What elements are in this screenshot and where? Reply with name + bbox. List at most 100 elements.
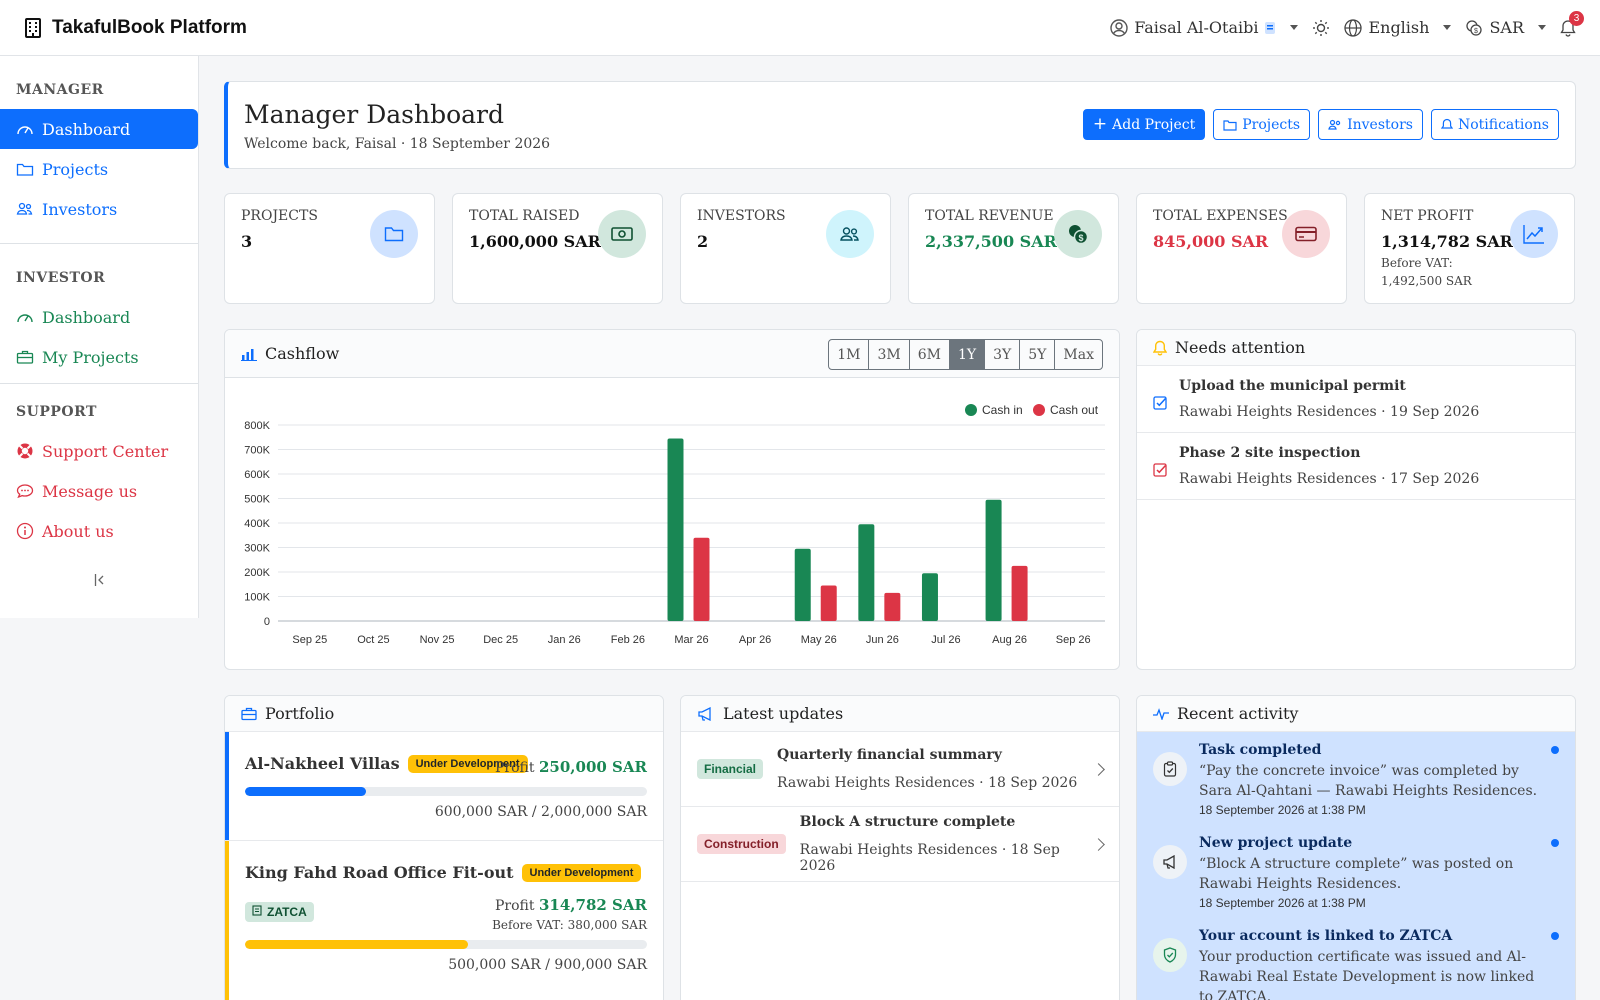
sidebar-item-manager-dashboard[interactable]: Dashboard bbox=[0, 109, 198, 149]
id-badge-icon bbox=[1265, 21, 1276, 34]
activity-item[interactable]: Your account is linked to ZATCA Your prod… bbox=[1137, 918, 1575, 1000]
investors-label: Investors bbox=[1347, 116, 1413, 133]
activity-title: Your account is linked to ZATCA bbox=[1199, 928, 1453, 944]
cashflow-chart: 0 100K 200K 300K 400K 500K 600K 700K 800K Sep 25 O… bbox=[244, 403, 1105, 646]
portfolio-item[interactable]: King Fahd Road Office Fit-out Under Devel… bbox=[225, 841, 663, 1000]
range-option-1y[interactable]: 1Y bbox=[949, 340, 986, 369]
legend-swatch bbox=[1033, 404, 1045, 416]
notifications-button[interactable]: Notifications bbox=[1430, 109, 1559, 140]
cash-out-bar[interactable] bbox=[693, 537, 710, 621]
update-item[interactable]: Financial Quarterly financial summary Rawa… bbox=[681, 732, 1119, 807]
cash-in-bar[interactable] bbox=[921, 573, 938, 621]
cash-in-bar[interactable] bbox=[667, 438, 684, 621]
range-option-1m[interactable]: 1M bbox=[829, 340, 870, 369]
x-tick-label: Oct 25 bbox=[357, 634, 389, 646]
sidebar-item-about-us[interactable]: About us bbox=[0, 511, 198, 551]
brand[interactable]: TakafulBook Platform bbox=[24, 17, 247, 39]
update-item[interactable]: Construction Block A structure complete Ra… bbox=[681, 807, 1119, 882]
kpi-card: Total expenses 845,000 SAR bbox=[1136, 193, 1347, 304]
portfolio-accent bbox=[225, 732, 229, 840]
range-option-5y[interactable]: 5Y bbox=[1020, 340, 1056, 369]
shield-check-icon bbox=[1153, 938, 1187, 972]
activity-item[interactable]: New project update “Block A structure com… bbox=[1137, 825, 1575, 918]
range-selector: 1M 3M 6M 1Y 3Y 5Y Max bbox=[828, 339, 1103, 370]
range-option-3m[interactable]: 3M bbox=[869, 340, 910, 369]
sidebar-item-projects[interactable]: Projects bbox=[0, 149, 198, 189]
update-meta: Rawabi Heights Residences · 18 Sep 2026 bbox=[799, 842, 1060, 874]
sidebar-item-label: My Projects bbox=[42, 347, 139, 367]
sidebar-item-support-center[interactable]: Support Center bbox=[0, 431, 198, 471]
top-bar: TakafulBook Platform Faisal Al-Otaibi En… bbox=[0, 0, 1600, 56]
portfolio-item[interactable]: Al-Nakheel Villas Under Development Profit… bbox=[225, 732, 663, 841]
update-title: Block A structure complete bbox=[799, 814, 1016, 830]
portfolio-card: Portfolio Al-Nakheel Villas Under Develop… bbox=[224, 695, 664, 1000]
unread-dot bbox=[1551, 839, 1559, 847]
attention-item[interactable]: Phase 2 site inspection Rawabi Heights Re… bbox=[1137, 433, 1575, 500]
attention-meta: Rawabi Heights Residences · 19 Sep 2026 bbox=[1179, 404, 1480, 420]
currency-menu[interactable]: $ SAR bbox=[1465, 18, 1546, 37]
sidebar-collapse-button[interactable] bbox=[92, 572, 108, 588]
clipboard-check-icon bbox=[1153, 752, 1187, 786]
coins-icon: $ bbox=[1466, 19, 1483, 36]
range-option-max[interactable]: Max bbox=[1055, 340, 1102, 369]
sidebar-item-label: Message us bbox=[42, 481, 138, 501]
svg-text:$: $ bbox=[1078, 233, 1083, 243]
profit-label: Profit bbox=[495, 760, 535, 776]
portfolio-name: King Fahd Road Office Fit-out bbox=[245, 863, 514, 882]
range-option-3y[interactable]: 3Y bbox=[985, 340, 1021, 369]
checkbox-icon bbox=[1153, 396, 1167, 420]
language-menu[interactable]: English bbox=[1344, 18, 1452, 37]
people-icon bbox=[16, 202, 33, 215]
investors-button[interactable]: Investors bbox=[1318, 109, 1423, 140]
zatca-label: ZATCA bbox=[267, 905, 307, 919]
kpi-label: Net profit bbox=[1381, 208, 1474, 224]
activity-body: “Pay the concrete invoice” was completed… bbox=[1199, 763, 1538, 799]
x-tick-label: Dec 25 bbox=[483, 634, 518, 646]
unread-dot bbox=[1551, 932, 1559, 940]
sidebar-item-my-projects[interactable]: My Projects bbox=[0, 337, 198, 377]
activity-item[interactable]: Task completed “Pay the concrete invoice”… bbox=[1137, 732, 1575, 825]
x-tick-label: Feb 26 bbox=[611, 634, 645, 646]
chevron-right-icon bbox=[1092, 762, 1105, 776]
activity-body: “Block A structure complete” was posted … bbox=[1199, 856, 1514, 892]
cash-in-bar[interactable] bbox=[794, 548, 811, 621]
x-tick-label: Apr 26 bbox=[739, 634, 771, 646]
cash-out-bar[interactable] bbox=[1011, 565, 1028, 621]
needs-attention-title: Needs attention bbox=[1175, 338, 1306, 357]
chevron-down-icon bbox=[1538, 25, 1546, 30]
user-circle-icon bbox=[1110, 18, 1128, 37]
user-menu[interactable]: Faisal Al-Otaibi bbox=[1110, 18, 1299, 37]
credit-card-icon bbox=[1282, 210, 1330, 258]
add-project-label: Add Project bbox=[1112, 116, 1196, 133]
user-name: Faisal Al-Otaibi bbox=[1134, 18, 1259, 37]
theme-toggle[interactable] bbox=[1312, 19, 1330, 37]
page-title: Manager Dashboard bbox=[244, 100, 504, 129]
cash-in-bar[interactable] bbox=[858, 524, 875, 621]
profit-value: 250,000 SAR bbox=[538, 758, 647, 776]
portfolio-accent bbox=[225, 841, 229, 1000]
kpi-subtext: Before VAT: 1,492,500 SAR bbox=[1381, 256, 1472, 288]
projects-button[interactable]: Projects bbox=[1213, 109, 1311, 140]
y-tick-label: 800K bbox=[244, 420, 270, 432]
kpi-label: Total raised bbox=[469, 208, 580, 224]
range-option-6m[interactable]: 6M bbox=[910, 340, 950, 369]
notifications-bell[interactable]: 3 bbox=[1560, 10, 1584, 37]
cash-in-bar[interactable] bbox=[985, 499, 1002, 621]
y-tick-label: 600K bbox=[244, 469, 270, 481]
attention-item[interactable]: Upload the municipal permit Rawabi Height… bbox=[1137, 366, 1575, 433]
add-project-button[interactable]: + Add Project bbox=[1082, 109, 1206, 140]
x-tick-label: Sep 25 bbox=[292, 634, 327, 646]
page-subtitle: Welcome back, Faisal · 18 September 2026 bbox=[244, 136, 551, 152]
sidebar-item-investors[interactable]: Investors bbox=[0, 189, 198, 229]
funding-amount: 500,000 SAR / 900,000 SAR bbox=[448, 957, 647, 973]
folder-icon bbox=[370, 210, 418, 258]
x-tick-label: Sep 26 bbox=[1056, 634, 1091, 646]
cash-out-bar[interactable] bbox=[884, 592, 901, 621]
kpi-value: 3 bbox=[241, 232, 253, 251]
bar-chart-icon bbox=[241, 348, 257, 361]
x-tick-label: Jul 26 bbox=[931, 634, 960, 646]
sidebar-item-investor-dashboard[interactable]: Dashboard bbox=[0, 297, 198, 337]
cash-out-bar[interactable] bbox=[820, 585, 837, 621]
sidebar-item-message-us[interactable]: Message us bbox=[0, 471, 198, 511]
lifebuoy-icon bbox=[17, 443, 33, 459]
